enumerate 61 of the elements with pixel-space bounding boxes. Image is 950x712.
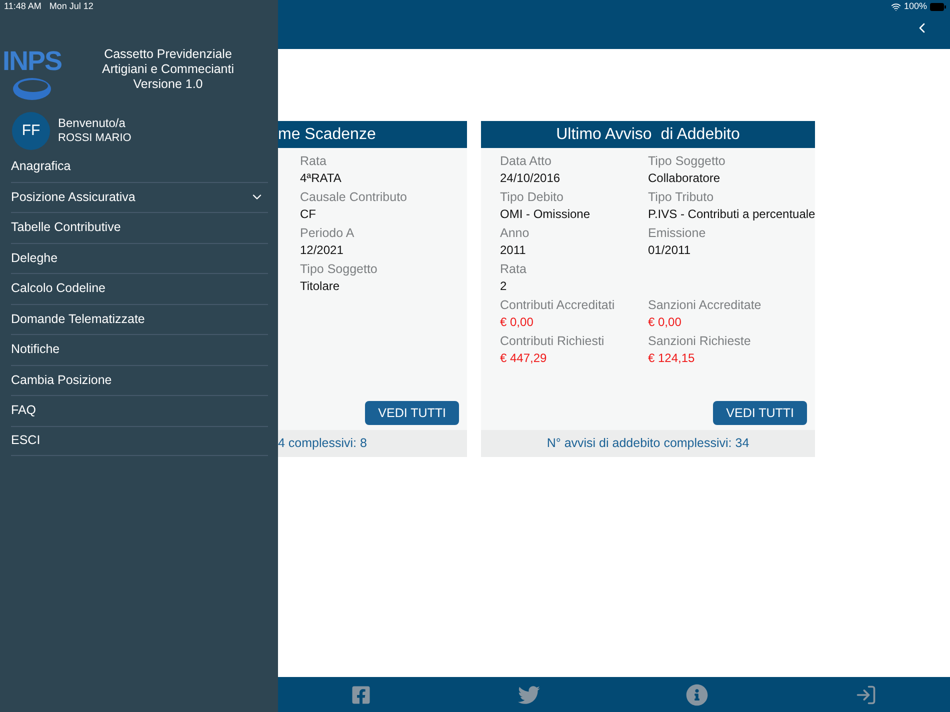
field-label: Data Atto: [500, 153, 552, 170]
field-value: € 124,15: [648, 350, 696, 367]
twitter-icon[interactable]: [518, 684, 540, 706]
menu-item[interactable]: Domande Telematizzate: [11, 304, 268, 334]
field-label: Contributi Richiesti: [500, 333, 606, 350]
view-all-button[interactable]: VEDI TUTTI: [713, 401, 807, 425]
footer-count: 4 complessivi: 8: [278, 435, 367, 452]
field-value: Titolare: [300, 278, 341, 295]
field-value: € 447,29: [500, 350, 548, 367]
field-label: Tipo Soggetto: [648, 153, 726, 170]
field-value: 01/2011: [648, 242, 692, 259]
menu-item[interactable]: ESCI: [11, 426, 268, 456]
menu-item[interactable]: Posizione Assicurativa: [11, 182, 268, 212]
status-date: Mon Jul 12: [49, 0, 94, 14]
field-value: P.IVS - Contributi a percentuale: [648, 206, 816, 223]
app-title-line: Versione 1.0: [133, 77, 203, 92]
wifi-icon: [890, 2, 901, 12]
field-label: Sanzioni Accreditate: [648, 297, 762, 314]
menu-item[interactable]: FAQ: [11, 395, 268, 426]
battery-icon: [930, 3, 946, 11]
field-value: € 0,00: [648, 314, 682, 331]
field-label: Sanzioni Richieste: [648, 333, 751, 350]
field-value: CF: [300, 206, 317, 223]
field-label: Periodo A: [300, 225, 356, 242]
menu-item[interactable]: Anagrafica: [11, 151, 268, 182]
sign-in-icon[interactable]: [854, 684, 877, 706]
field-value: 24/10/2016: [500, 170, 562, 187]
menu-item[interactable]: Tabelle Contributive: [11, 212, 268, 242]
field-value: 2011: [500, 242, 527, 259]
card-title: me Scadenze: [278, 124, 376, 144]
app-title-line: Cassetto Previdenziale: [104, 47, 232, 62]
facebook-icon[interactable]: [351, 684, 372, 704]
menu-item[interactable]: Deleghe: [11, 242, 268, 273]
field-label: Rata: [300, 153, 328, 170]
field-value: € 0,00: [500, 314, 534, 331]
card-title: Ultimo Avviso di Addebito: [556, 124, 740, 144]
app-title-line: Artigiani e Commecianti: [102, 62, 234, 77]
field-label: Anno: [500, 225, 530, 242]
field-label: Rata: [500, 261, 528, 278]
user-avatar: FF: [12, 112, 50, 150]
field-label: Emissione: [648, 225, 706, 242]
field-label: Tipo Soggetto: [300, 261, 378, 278]
menu-item[interactable]: Cambia Posizione: [11, 364, 268, 395]
field-value: 2: [500, 278, 508, 295]
field-value: 4ªRATA: [300, 170, 342, 187]
field-value: 12/2021: [300, 242, 344, 259]
status-time: 11:48 AM: [4, 0, 42, 14]
user-name: ROSSI MARIO: [58, 131, 132, 146]
info-icon[interactable]: [686, 684, 708, 706]
menu-item[interactable]: Notifiche: [11, 334, 268, 364]
field-label: Causale Contributo: [300, 189, 408, 206]
view-all-button[interactable]: VEDI TUTTI: [365, 401, 459, 425]
footer-count: N° avvisi di addebito complessivi: 34: [546, 435, 750, 452]
welcome-text: Benvenuto/a: [58, 116, 126, 131]
field-label: Tipo Debito: [500, 189, 564, 206]
field-label: Tipo Tributo: [648, 189, 715, 206]
field-value: OMI - Omissione: [500, 206, 592, 223]
field-label: Contributi Accreditati: [500, 297, 616, 314]
menu-item[interactable]: Calcolo Codeline: [11, 273, 268, 304]
battery-percent: 100%: [904, 0, 927, 14]
field-value: Collaboratore: [648, 170, 722, 187]
